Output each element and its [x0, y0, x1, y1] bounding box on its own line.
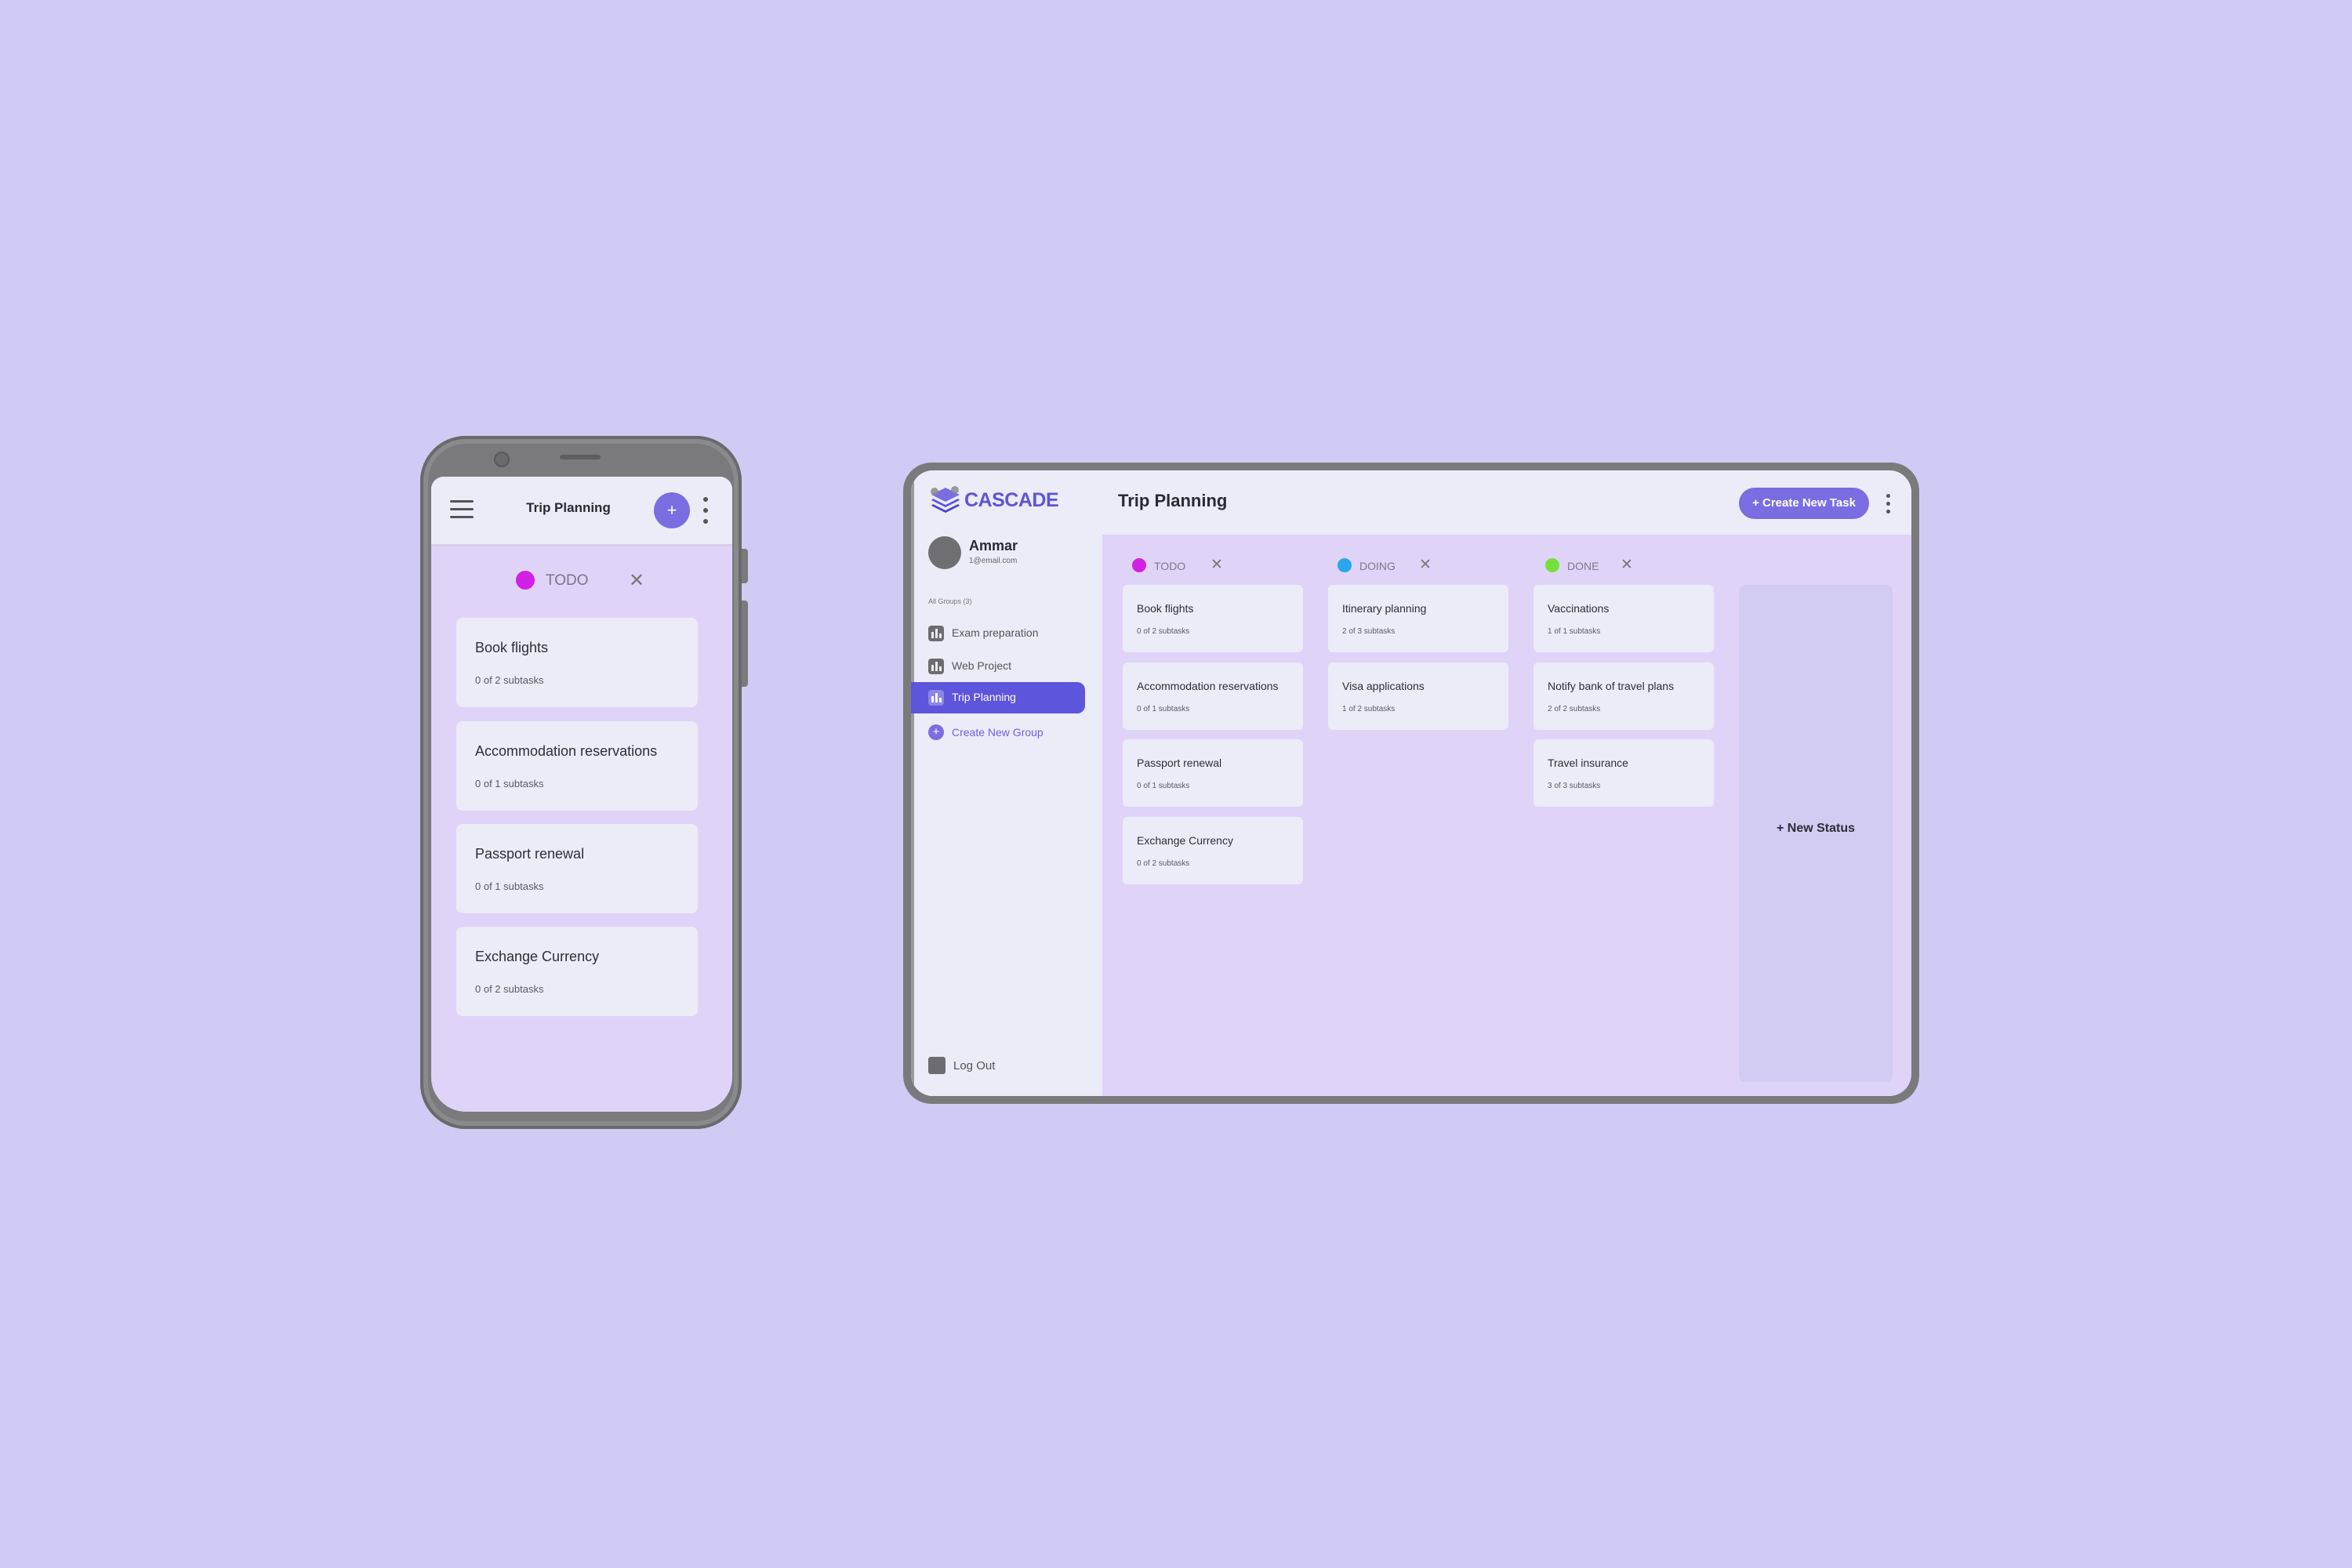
phone-header: Trip Planning +	[431, 477, 732, 546]
sidebar-item-label: Web Project	[952, 659, 1011, 672]
close-icon[interactable]: ✕	[629, 569, 644, 592]
task-subtasks: 0 of 1 subtasks	[1137, 705, 1190, 713]
user-profile[interactable]: Ammar 1@email.com	[928, 536, 1093, 574]
new-status-column[interactable]: + New Status	[1739, 585, 1893, 1082]
close-icon[interactable]: ✕	[1419, 556, 1432, 574]
task-card[interactable]: Notify bank of travel plans 2 of 2 subta…	[1534, 662, 1714, 730]
sidebar-item-exam-preparation[interactable]: Exam preparation	[911, 618, 1085, 649]
task-title: Exchange Currency	[475, 949, 600, 964]
task-card[interactable]: Exchange Currency 0 of 2 subtasks	[456, 927, 698, 1016]
task-subtasks: 0 of 2 subtasks	[475, 983, 544, 995]
task-title: Passport renewal	[1137, 757, 1222, 769]
page-title: Trip Planning	[526, 500, 611, 515]
task-title: Passport renewal	[475, 846, 585, 862]
logout-label: Log Out	[953, 1059, 996, 1073]
task-subtasks: 0 of 2 subtasks	[1137, 859, 1190, 868]
task-title: Book flights	[1137, 602, 1194, 615]
plus-circle-icon: +	[928, 724, 944, 740]
task-card[interactable]: Passport renewal 0 of 1 subtasks	[1123, 739, 1303, 807]
column-header-done: DONE ✕	[1545, 557, 1733, 575]
status-color-dot	[516, 571, 535, 590]
close-icon[interactable]: ✕	[1210, 556, 1223, 574]
status-label: TODO	[546, 572, 589, 589]
status-header: TODO ✕	[431, 569, 732, 593]
task-title: Itinerary planning	[1342, 602, 1427, 615]
status-color-dot	[1545, 558, 1559, 572]
task-title: Accommodation reservations	[1137, 680, 1279, 692]
task-card[interactable]: Book flights 0 of 2 subtasks	[456, 618, 698, 707]
task-subtasks: 3 of 3 subtasks	[1548, 782, 1601, 790]
task-title: Book flights	[475, 640, 549, 655]
hamburger-menu-icon[interactable]	[450, 500, 474, 519]
phone-mockup: Trip Planning + TODO ✕ Book flights 0 of…	[420, 436, 748, 1129]
task-subtasks: 0 of 2 subtasks	[1137, 627, 1190, 636]
groups-label: All Groups (3)	[928, 597, 972, 605]
speaker-grille	[560, 455, 601, 459]
column-header-todo: TODO ✕	[1132, 557, 1320, 575]
new-status-label: + New Status	[1776, 822, 1856, 835]
task-subtasks: 0 of 1 subtasks	[1137, 782, 1190, 790]
task-card[interactable]: Accommodation reservations 0 of 1 subtas…	[456, 721, 698, 811]
close-icon[interactable]: ✕	[1621, 556, 1633, 574]
create-new-group-button[interactable]: + Create New Group	[928, 723, 1085, 742]
column-label: DOING	[1359, 560, 1396, 572]
sidebar-item-web-project[interactable]: Web Project	[911, 651, 1085, 682]
task-card[interactable]: Vaccinations 1 of 1 subtasks	[1534, 585, 1714, 652]
status-color-dot	[1132, 558, 1146, 572]
task-title: Travel insurance	[1548, 757, 1628, 769]
task-title: Exchange Currency	[1137, 834, 1233, 847]
task-title: Accommodation reservations	[475, 743, 658, 759]
task-card[interactable]: Book flights 0 of 2 subtasks	[1123, 585, 1303, 652]
column-header-doing: DOING ✕	[1338, 557, 1526, 575]
create-new-task-button[interactable]: + Create New Task	[1739, 488, 1869, 519]
board-title: Trip Planning	[1118, 491, 1228, 510]
avatar	[928, 536, 961, 569]
sidebar-edge	[911, 470, 914, 1096]
bar-chart-icon	[928, 659, 944, 674]
column-label: TODO	[1154, 560, 1186, 572]
sidebar: CASCADE Ammar 1@email.com All Groups (3)…	[911, 470, 1102, 1096]
vertical-dots-icon[interactable]	[702, 497, 709, 524]
task-card[interactable]: Travel insurance 3 of 3 subtasks	[1534, 739, 1714, 807]
user-email: 1@email.com	[969, 557, 1018, 565]
tablet-mockup: CASCADE Ammar 1@email.com All Groups (3)…	[903, 463, 1919, 1104]
volume-button	[742, 549, 748, 583]
logout-button[interactable]: Log Out	[928, 1055, 1022, 1076]
logo-text: CASCADE	[964, 489, 1059, 511]
add-task-button[interactable]: +	[654, 492, 690, 528]
logo: CASCADE	[930, 486, 1059, 513]
create-group-label: Create New Group	[952, 726, 1044, 739]
bar-chart-icon	[928, 690, 944, 706]
task-card[interactable]: Exchange Currency 0 of 2 subtasks	[1123, 817, 1303, 884]
power-button	[742, 601, 748, 687]
task-subtasks: 2 of 3 subtasks	[1342, 627, 1396, 636]
task-subtasks: 2 of 2 subtasks	[1548, 705, 1601, 713]
task-card[interactable]: Itinerary planning 2 of 3 subtasks	[1328, 585, 1508, 652]
stacked-layers-icon	[931, 486, 960, 513]
phone-screen: Trip Planning + TODO ✕ Book flights 0 of…	[431, 477, 732, 1112]
tablet-screen: CASCADE Ammar 1@email.com All Groups (3)…	[911, 470, 1911, 1096]
task-card[interactable]: Accommodation reservations 0 of 1 subtas…	[1123, 662, 1303, 730]
sidebar-item-label: Trip Planning	[952, 691, 1016, 703]
camera-icon	[494, 452, 510, 467]
vertical-dots-icon[interactable]	[1886, 494, 1891, 514]
status-color-dot	[1338, 558, 1352, 572]
logout-icon	[928, 1057, 946, 1074]
task-subtasks: 0 of 1 subtasks	[475, 880, 544, 892]
sidebar-item-label: Exam preparation	[952, 626, 1039, 639]
top-bar: Trip Planning + Create New Task	[1102, 470, 1911, 535]
user-name: Ammar	[969, 538, 1018, 554]
task-title: Visa applications	[1342, 680, 1425, 692]
task-card[interactable]: Visa applications 1 of 2 subtasks	[1328, 662, 1508, 730]
sidebar-item-trip-planning[interactable]: Trip Planning	[911, 682, 1085, 713]
column-label: DONE	[1567, 560, 1599, 572]
task-title: Notify bank of travel plans	[1548, 680, 1675, 692]
task-subtasks: 0 of 1 subtasks	[475, 778, 544, 789]
task-title: Vaccinations	[1548, 602, 1610, 615]
task-subtasks: 1 of 2 subtasks	[1342, 705, 1396, 713]
task-card[interactable]: Passport renewal 0 of 1 subtasks	[456, 824, 698, 913]
task-subtasks: 1 of 1 subtasks	[1548, 627, 1601, 636]
bar-chart-icon	[928, 626, 944, 641]
task-subtasks: 0 of 2 subtasks	[475, 674, 544, 686]
